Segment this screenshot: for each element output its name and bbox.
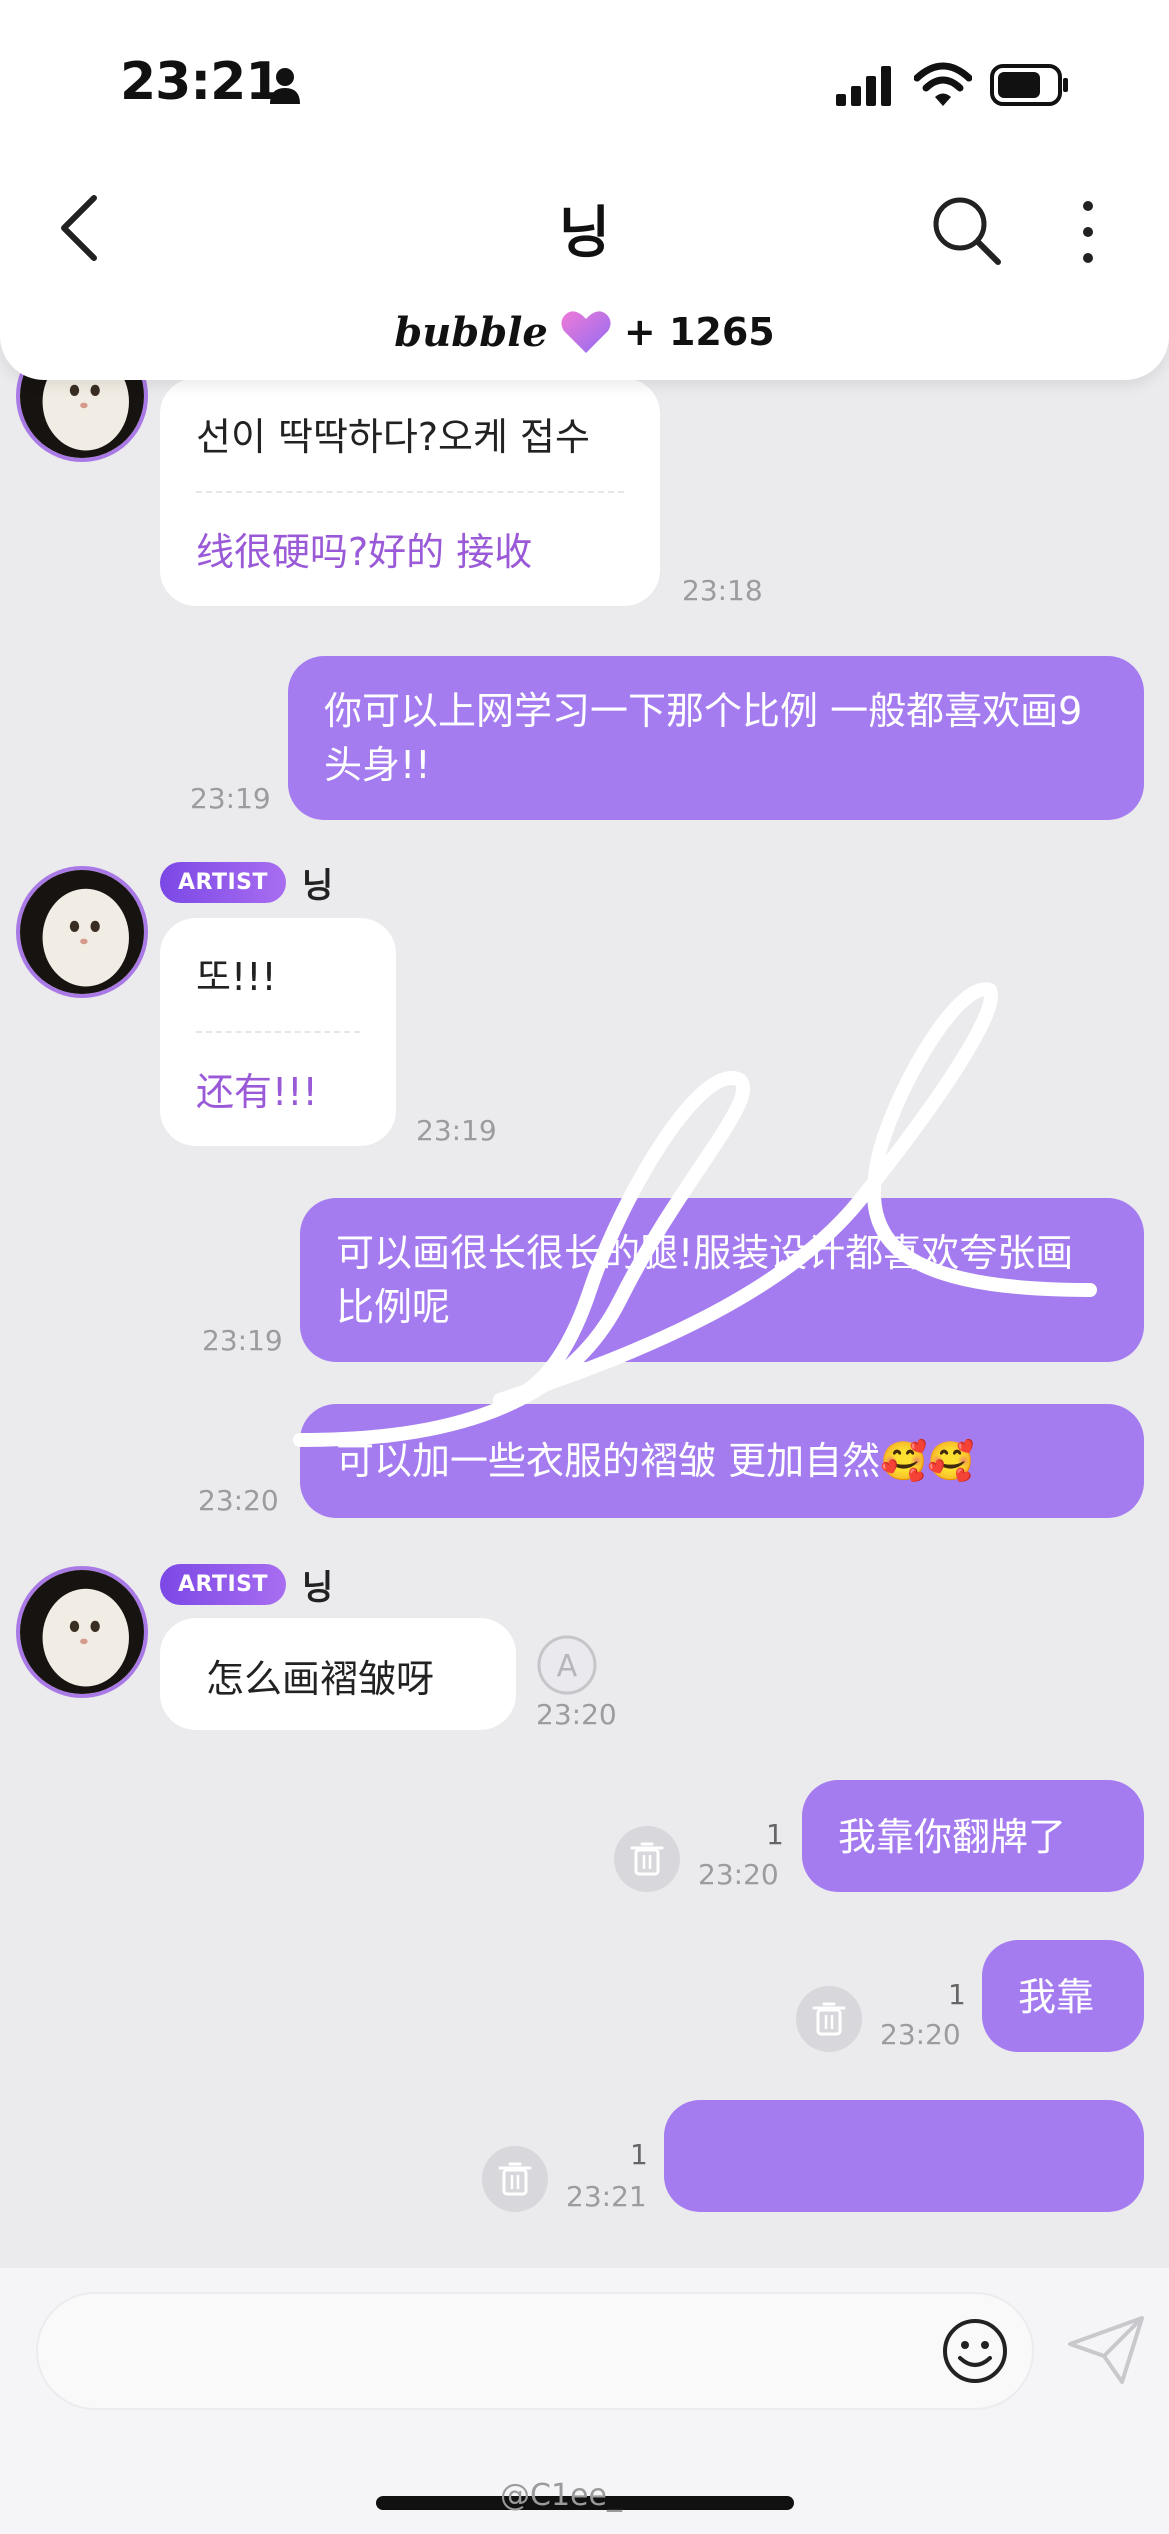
more-icon[interactable]: [1070, 196, 1106, 268]
send-icon[interactable]: [1066, 2314, 1146, 2386]
message-time: 23:19: [202, 1324, 283, 1357]
heart-icon: [561, 311, 611, 353]
outgoing-bubble[interactable]: 可以画很长很长的腿!服装设计都喜欢夸张画比例呢: [300, 1198, 1144, 1362]
bubble-logo: bubble: [394, 308, 548, 356]
outgoing-bubble[interactable]: 可以加一些衣服的褶皱 更加自然🥰🥰: [300, 1404, 1144, 1518]
delete-button[interactable]: [614, 1826, 680, 1892]
subscriber-count: + 1265: [623, 310, 775, 354]
message-time: 23:20: [698, 1858, 779, 1891]
avatar[interactable]: [16, 866, 148, 998]
translate-button[interactable]: A: [534, 1632, 600, 1698]
message-translation: 线很硬吗?好的 接收: [196, 530, 533, 574]
message-time: 23:21: [566, 2180, 647, 2213]
message-text: 我靠: [1018, 1975, 1095, 2019]
person-icon: [270, 68, 300, 104]
message-time: 23:20: [536, 1698, 617, 1731]
message-text: 我靠你翻牌了: [838, 1815, 1067, 1859]
incoming-bubble[interactable]: 또!!! 还有!!!: [160, 918, 396, 1146]
unread-count: 1: [630, 2138, 648, 2171]
translate-icon: A: [537, 1635, 597, 1695]
chat-header: 23:21 닝 bubble + 1265: [0, 0, 1169, 380]
outgoing-bubble[interactable]: [664, 2100, 1144, 2212]
artist-badge: ARTIST: [160, 861, 287, 903]
trash-icon: [498, 2162, 532, 2196]
wifi-icon: [914, 62, 972, 106]
signal-icon: [836, 66, 891, 106]
avatar[interactable]: [16, 1566, 148, 1698]
delete-button[interactable]: [482, 2146, 548, 2212]
svg-text:A: A: [557, 1649, 578, 1684]
message-time: 23:19: [190, 782, 271, 815]
message-time: 23:18: [682, 574, 763, 607]
message-translation: 还有!!!: [196, 1070, 318, 1114]
subscription-bar: bubble + 1265: [0, 300, 1169, 364]
message-text: 你可以上网学习一下那个比例 一般都喜欢画9头身!!: [324, 689, 1083, 787]
incoming-bubble[interactable]: 선이 딱딱하다?오케 접수 线很硬吗?好的 接收: [160, 378, 660, 606]
incoming-bubble[interactable]: 怎么画褶皱呀: [160, 1618, 516, 1730]
message-text: 可以加一些衣服的褶皱 更加自然🥰🥰: [336, 1439, 975, 1483]
message-time: 23:20: [198, 1484, 279, 1517]
artist-row: ARTIST 닝: [160, 1562, 334, 1608]
artist-name: 닝: [302, 1567, 334, 1608]
message-input[interactable]: [36, 2292, 1034, 2410]
message-text: 怎么画褶皱呀: [206, 1657, 435, 1701]
message-text-korean: 또!!!: [196, 955, 277, 999]
delete-button[interactable]: [796, 1986, 862, 2052]
artist-name: 닝: [302, 865, 334, 906]
unread-count: 1: [948, 1978, 966, 2011]
status-time: 23:21: [120, 52, 282, 112]
outgoing-bubble[interactable]: 我靠你翻牌了: [802, 1780, 1144, 1892]
trash-icon: [812, 2002, 846, 2036]
unread-count: 1: [766, 1818, 784, 1851]
emoji-icon[interactable]: [940, 2316, 1010, 2386]
cat-avatar-image: [20, 1570, 144, 1694]
trash-icon: [630, 1842, 664, 1876]
battery-icon: [990, 64, 1068, 106]
message-text: 可以画很长很长的腿!服装设计都喜欢夸张画比例呢: [336, 1231, 1074, 1329]
watermark: @C1ee_: [500, 2478, 622, 2513]
search-icon[interactable]: [928, 192, 1004, 268]
outgoing-bubble[interactable]: 你可以上网学习一下那个比例 一般都喜欢画9头身!!: [288, 656, 1144, 820]
outgoing-bubble[interactable]: 我靠: [982, 1940, 1144, 2052]
artist-row: ARTIST 닝: [160, 860, 334, 906]
message-text-korean: 선이 딱딱하다?오케 접수: [196, 415, 590, 459]
message-time: 23:20: [880, 2018, 961, 2051]
cat-avatar-image: [20, 870, 144, 994]
artist-badge: ARTIST: [160, 1563, 287, 1605]
message-time: 23:19: [416, 1114, 497, 1147]
